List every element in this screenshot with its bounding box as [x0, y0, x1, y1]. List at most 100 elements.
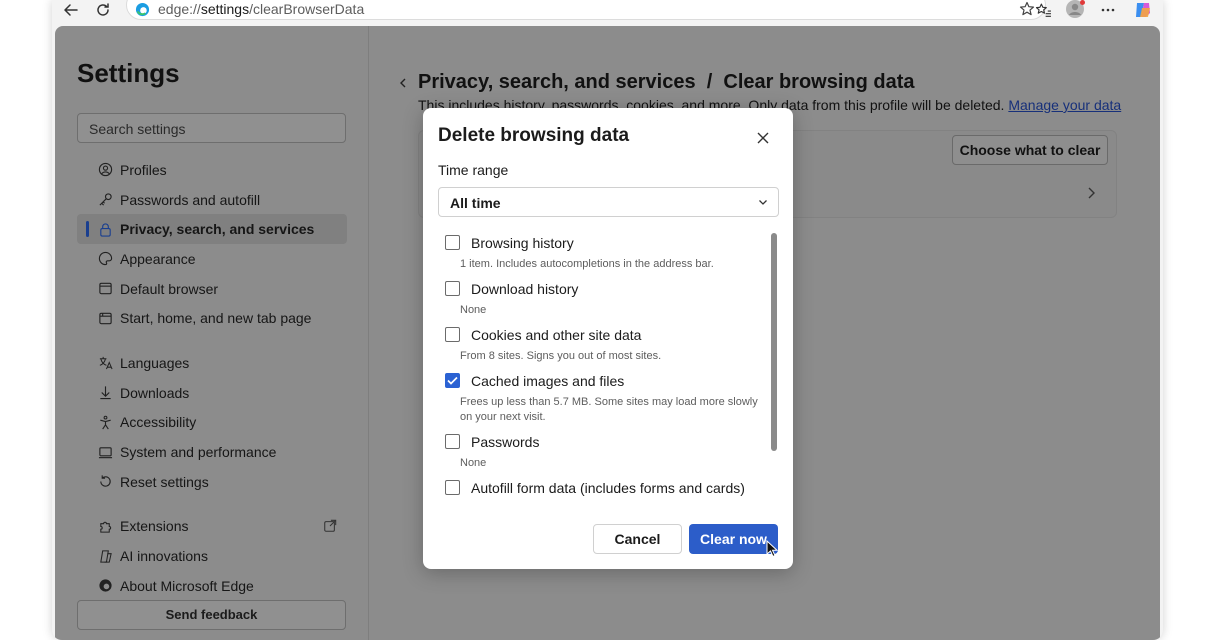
- sidebar-item-default-browser[interactable]: Default browser: [77, 274, 347, 304]
- extensions-icon: [97, 518, 113, 534]
- sidebar-item-label: Accessibility: [120, 414, 197, 431]
- sidebar-item-system[interactable]: System and performance: [77, 437, 347, 467]
- refresh-button[interactable]: [92, 0, 114, 20]
- sidebar-item-appearance[interactable]: Appearance: [77, 244, 347, 274]
- sidebar-item-accessibility[interactable]: Accessibility: [77, 408, 347, 438]
- profile-button[interactable]: [1065, 0, 1087, 20]
- settings-nav: Profiles Passwords and autofill Privacy,…: [77, 155, 347, 601]
- cached-images-checkbox[interactable]: [445, 373, 460, 388]
- clear-now-button[interactable]: Clear now: [689, 524, 778, 554]
- key-icon: [97, 192, 113, 208]
- settings-title: Settings: [77, 58, 180, 88]
- dialog-title: Delete browsing data: [438, 125, 630, 146]
- back-chevron-icon[interactable]: [398, 77, 408, 89]
- option-label: Browsing history: [471, 234, 574, 251]
- option-cached-images: Cached images and files Frees up less th…: [438, 370, 768, 431]
- time-range-select[interactable]: All time: [438, 187, 779, 217]
- chevron-right-icon[interactable]: [1086, 186, 1096, 200]
- passwords-checkbox[interactable]: [445, 434, 460, 449]
- edge-logo-icon: [135, 2, 150, 17]
- chevron-down-icon: [758, 199, 768, 206]
- options-scrollbar[interactable]: [771, 233, 777, 451]
- system-icon: [97, 444, 113, 460]
- accessibility-icon: [97, 414, 113, 430]
- autofill-checkbox[interactable]: [445, 480, 460, 495]
- favorites-button[interactable]: [1032, 0, 1054, 20]
- option-label: Download history: [471, 280, 579, 297]
- option-description: Frees up less than 5.7 MB. Some sites ma…: [460, 396, 758, 423]
- delete-browsing-data-dialog: Delete browsing data Time range All time…: [423, 108, 793, 569]
- option-description: From 8 sites. Signs you out of most site…: [460, 350, 662, 362]
- sidebar-item-ai-innovations[interactable]: AI innovations: [77, 541, 347, 571]
- mouse-cursor-icon: [766, 540, 778, 558]
- sidebar-item-label: Appearance: [120, 250, 196, 267]
- search-settings-input[interactable]: Search settings: [77, 113, 346, 143]
- sidebar-item-label: AI innovations: [120, 548, 208, 565]
- copilot-button[interactable]: [1132, 0, 1154, 20]
- languages-icon: [97, 355, 113, 371]
- sidebar-item-label: Passwords and autofill: [120, 191, 261, 208]
- sidebar-item-passwords[interactable]: Passwords and autofill: [77, 185, 347, 215]
- time-range-value: All time: [450, 195, 501, 211]
- checkmark-icon: [447, 376, 458, 385]
- manage-data-link[interactable]: Manage your data: [1008, 97, 1121, 113]
- appearance-icon: [97, 251, 113, 267]
- option-browsing-history: Browsing history 1 item. Includes autoco…: [438, 232, 768, 278]
- close-button[interactable]: [753, 128, 773, 148]
- ellipsis-icon: [1101, 8, 1115, 12]
- option-cookies: Cookies and other site data From 8 sites…: [438, 324, 768, 370]
- option-label: Passwords: [471, 433, 540, 450]
- sidebar-item-label: Start, home, and new tab page: [120, 310, 312, 327]
- url-text: edge://settings/clearBrowserData: [158, 1, 365, 17]
- sidebar-item-label: Extensions: [120, 518, 189, 535]
- sidebar-item-extensions[interactable]: Extensions: [77, 512, 347, 542]
- browsing-history-checkbox[interactable]: [445, 235, 460, 250]
- ai-icon: [97, 548, 113, 564]
- send-feedback-button[interactable]: Send feedback: [77, 600, 346, 630]
- lock-icon: [97, 221, 113, 237]
- browser-icon: [97, 281, 113, 297]
- open-external-icon: [323, 519, 337, 533]
- sidebar-item-profiles[interactable]: Profiles: [77, 155, 347, 185]
- home-icon: [97, 310, 113, 326]
- breadcrumb: Privacy, search, and services / Clear br…: [418, 71, 915, 93]
- sidebar-item-languages[interactable]: Languages: [77, 348, 347, 378]
- time-range-label: Time range: [438, 162, 509, 178]
- sidebar-item-label: Privacy, search, and services: [120, 221, 315, 238]
- sidebar-item-label: About Microsoft Edge: [120, 577, 254, 594]
- profiles-icon: [97, 162, 113, 178]
- favorites-list-icon: [1035, 3, 1051, 17]
- sidebar-item-privacy[interactable]: Privacy, search, and services: [77, 214, 347, 245]
- sidebar-item-label: Profiles: [120, 161, 167, 178]
- option-label: Autofill form data (includes forms and c…: [471, 479, 745, 496]
- option-autofill: Autofill form data (includes forms and c…: [438, 477, 768, 501]
- cancel-button[interactable]: Cancel: [593, 524, 682, 554]
- back-button[interactable]: [60, 0, 82, 20]
- more-options-button[interactable]: [1097, 0, 1119, 20]
- avatar-icon: [1066, 0, 1085, 18]
- option-description: None: [460, 304, 487, 316]
- settings-sidebar: Settings Search settings Profiles Passwo…: [55, 26, 369, 640]
- download-icon: [97, 385, 113, 401]
- option-passwords: Passwords None: [438, 431, 768, 477]
- sidebar-item-about[interactable]: About Microsoft Edge: [77, 571, 347, 601]
- refresh-icon: [97, 3, 109, 16]
- download-history-checkbox[interactable]: [445, 281, 460, 296]
- copilot-icon: [1136, 3, 1150, 17]
- sidebar-item-label: Reset settings: [120, 473, 209, 490]
- sidebar-item-start-home[interactable]: Start, home, and new tab page: [77, 303, 347, 333]
- sidebar-item-label: Default browser: [120, 280, 219, 297]
- cookies-checkbox[interactable]: [445, 327, 460, 342]
- address-bar[interactable]: edge://settings/clearBrowserData: [126, 0, 1046, 20]
- sidebar-item-downloads[interactable]: Downloads: [77, 378, 347, 408]
- sidebar-item-reset[interactable]: Reset settings: [77, 467, 347, 497]
- reset-icon: [97, 474, 113, 490]
- sidebar-item-label: Languages: [120, 354, 190, 371]
- option-description: None: [460, 457, 487, 469]
- choose-what-to-clear-button[interactable]: Choose what to clear: [952, 135, 1108, 165]
- browser-toolbar: edge://settings/clearBrowserData: [52, 0, 1163, 26]
- close-icon: [757, 132, 769, 144]
- sidebar-item-label: Downloads: [120, 384, 190, 401]
- back-arrow-icon: [64, 4, 78, 16]
- sidebar-item-label: System and performance: [120, 444, 277, 461]
